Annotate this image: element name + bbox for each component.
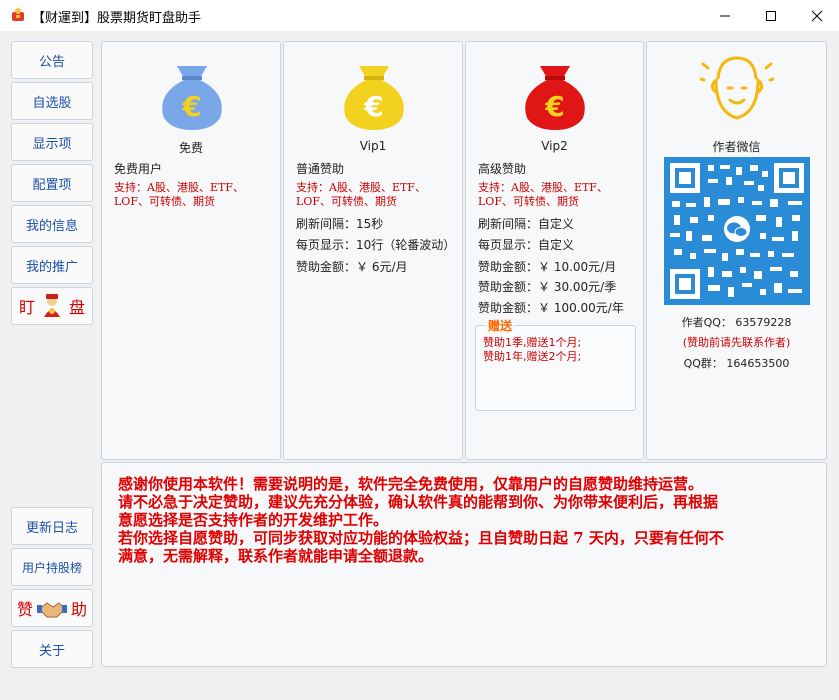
wechat-qr-code: [664, 157, 810, 305]
sidebar-item-label: 我的推广: [25, 259, 78, 275]
tier-amount-quarterly: 赞助金额：￥ 30.00元/季: [478, 280, 617, 294]
svg-text:€: €: [181, 90, 201, 123]
tier-type-label: 高级赞助: [478, 162, 527, 176]
window-title: 【财運到】股票期货盯盘助手: [32, 11, 202, 26]
author-wechat-title: 作者微信: [712, 140, 761, 154]
tier-type-label: 普通赞助: [296, 162, 345, 176]
fortune-god-icon: [44, 294, 60, 317]
svg-text:€: €: [544, 90, 564, 123]
money-bag-icon: €: [525, 66, 585, 130]
tier-support-line-2: LOF、可转债、期货: [114, 195, 215, 208]
close-icon: [811, 10, 823, 21]
tier-refresh-interval: 刷新间隔：自定义: [478, 217, 575, 231]
tier-panel-free: € 免费 免费用户 支持：A股、港股、ETF、 LOF、可转债、期货: [101, 41, 281, 460]
donate-label-right: 助: [71, 600, 88, 619]
sidebar-item-announcement[interactable]: 公告: [11, 41, 93, 79]
gift-label: 赠送: [486, 317, 515, 334]
author-panel: 作者微信 作者QQ： 63579228 (赞助前请先联系作者) QQ群： 164…: [646, 41, 827, 460]
tier-name: Vip1: [359, 139, 387, 153]
close-button[interactable]: [794, 0, 839, 31]
sidebar-item-my-promotion[interactable]: 我的推广: [11, 246, 93, 284]
tier-name: Vip2: [541, 139, 568, 153]
donate-label-left: 赞: [16, 600, 33, 619]
sidebar-item-watchlist[interactable]: 自选股: [11, 82, 93, 120]
handshake-icon: [37, 602, 67, 618]
sidebar-item-display[interactable]: 显示项: [11, 123, 93, 161]
minimize-button[interactable]: [702, 0, 748, 31]
watch-board-label-right: 盘: [69, 298, 86, 317]
sidebar-item-about[interactable]: 关于: [11, 630, 93, 668]
watch-board-label-left: 盯: [18, 298, 35, 317]
gift-box: 赠送 赞助1季,赠送1个月; 赞助1年,赠送2个月;: [475, 317, 636, 411]
sidebar-item-label: 我的信息: [25, 218, 78, 234]
notice-line: 意愿选择是否支持作者的开发维护工作。: [118, 511, 389, 529]
notice-line: 请不必急于决定赞助，建议先充分体验，确认软件真的能帮到你、为你带来便利后，再根据: [118, 493, 719, 511]
status-strip: [0, 677, 839, 700]
sidebar-item-my-info[interactable]: 我的信息: [11, 205, 93, 243]
title-bar: 【财運到】股票期货盯盘助手: [0, 0, 839, 31]
notice-line: 满意，无需解释，联系作者就能申请全额退款。: [118, 547, 434, 565]
tier-page-display: 每页显示：自定义: [478, 238, 575, 252]
notice-line: 若你选择自愿赞助，可同步获取对应功能的体验权益；且自赞助日起 7 天内，只要有任…: [118, 529, 724, 547]
tier-panel-vip2: € Vip2 高级赞助 支持：A股、港股、ETF、 LOF、可转债、期货 刷新间…: [465, 41, 644, 460]
tier-name: 免费: [178, 141, 203, 155]
svg-text:€: €: [363, 90, 383, 123]
money-bag-icon: €: [162, 66, 222, 130]
tier-type-label: 免费用户: [114, 162, 163, 176]
maximize-icon: [766, 10, 776, 21]
tier-support-line-2: LOF、可转债、期货: [478, 195, 579, 208]
sidebar-item-label: 配置项: [32, 177, 72, 193]
author-qq-group: QQ群： 164653500: [683, 357, 790, 370]
sidebar-item-label: 更新日志: [25, 520, 78, 536]
sidebar-item-user-holdings[interactable]: 用户持股榜: [11, 548, 93, 586]
tier-support-line-1: 支持：A股、港股、ETF、: [478, 181, 608, 194]
author-qq: 作者QQ： 63579228: [681, 316, 792, 329]
tier-support-line-1: 支持：A股、港股、ETF、: [114, 181, 244, 194]
tier-support-line-2: LOF、可转债、期货: [296, 195, 397, 208]
sidebar-item-label: 用户持股榜: [21, 560, 82, 575]
watch-board-button[interactable]: 盯 盘: [11, 287, 93, 325]
minimize-icon: [720, 15, 730, 16]
sidebar-item-label: 显示项: [32, 136, 72, 152]
tier-panel-vip1: € Vip1 普通赞助 支持：A股、港股、ETF、 LOF、可转债、期货 刷新间…: [283, 41, 463, 460]
sidebar-item-changelog[interactable]: 更新日志: [11, 507, 93, 545]
sidebar-item-label: 关于: [38, 643, 65, 659]
app-logo-icon: [12, 8, 24, 21]
money-bag-icon: €: [344, 66, 404, 130]
tier-amount: 赞助金额：￥ 6元/月: [296, 260, 408, 274]
notice-panel: 感谢你使用本软件！需要说明的是，软件完全免费使用，仅靠用户的自愿赞助维持运营。 …: [101, 462, 827, 667]
notice-text: 感谢你使用本软件！需要说明的是，软件完全免费使用，仅靠用户的自愿赞助维持运营。 …: [118, 475, 818, 565]
author-avatar-icon: [700, 56, 774, 120]
tier-amount-yearly: 赞助金额：￥ 100.00元/年: [478, 301, 624, 315]
sidebar-item-label: 公告: [38, 54, 65, 70]
sidebar-item-label: 自选股: [32, 95, 72, 111]
sidebar-item-config[interactable]: 配置项: [11, 164, 93, 202]
tier-support-line-1: 支持：A股、港股、ETF、: [296, 181, 426, 194]
author-contact-note: (赞助前请先联系作者): [682, 336, 791, 349]
qr-pattern-icon: [670, 163, 804, 299]
donate-button[interactable]: 赞 助: [11, 589, 93, 627]
tier-amount-monthly: 赞助金额：￥ 10.00元/月: [478, 260, 617, 274]
gift-line-2: 赞助1年,赠送2个月;: [483, 350, 582, 363]
tier-page-display: 每页显示：10行（轮番波动）: [296, 238, 456, 252]
tier-refresh-interval: 刷新间隔：15秒: [296, 217, 384, 231]
notice-line: 感谢你使用本软件！需要说明的是，软件完全免费使用，仅靠用户的自愿赞助维持运营。: [118, 475, 704, 493]
maximize-button[interactable]: [748, 0, 794, 31]
